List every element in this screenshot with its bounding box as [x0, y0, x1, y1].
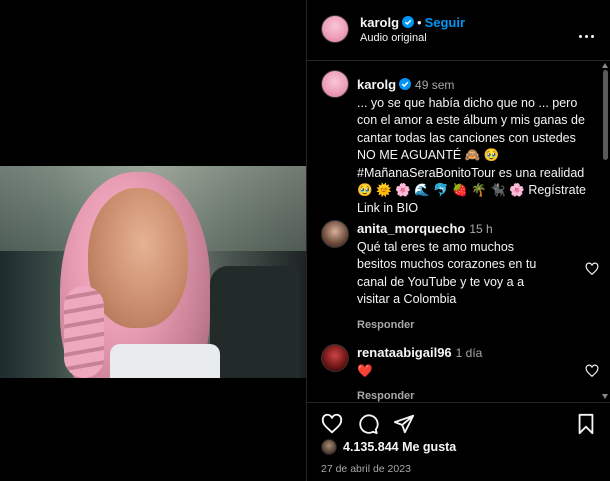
comment-text: Qué tal eres te amo muchos besitos mucho…	[357, 239, 537, 307]
caption-username[interactable]: karolg	[357, 77, 396, 92]
heart-icon[interactable]	[585, 364, 599, 378]
comments-list: karolg 49 sem ... yo se que había dicho q…	[307, 62, 610, 402]
comment-time[interactable]: 15 h	[469, 222, 492, 236]
heart-icon[interactable]	[321, 413, 343, 435]
video-car-seat	[210, 266, 300, 378]
verified-icon	[399, 78, 412, 90]
reply-button[interactable]: Responder	[357, 388, 557, 402]
actions-bar: 4.135.844 Me gusta 27 de abril de 2023	[307, 402, 610, 481]
save-icon[interactable]	[575, 413, 597, 435]
post-panel: karolg • Seguir Audio original karolg 49 se…	[306, 0, 610, 481]
scroll-down-arrow-icon[interactable]	[602, 394, 608, 399]
video-shirt	[110, 344, 220, 378]
video-player[interactable]	[0, 166, 306, 378]
comment-text: ❤️	[357, 363, 373, 378]
video-braid	[64, 286, 104, 378]
share-icon[interactable]	[393, 413, 415, 435]
author-username[interactable]: karolg	[360, 15, 399, 30]
post-date[interactable]: 27 de abril de 2023	[321, 463, 411, 475]
comment-body: anita_morquecho 15 h Qué tal eres te amo …	[357, 220, 557, 334]
comment-time[interactable]: 1 día	[456, 346, 483, 360]
comment-username[interactable]: renataabigail96	[357, 345, 452, 360]
scrollbar-thumb[interactable]	[603, 70, 608, 160]
liker-avatar	[321, 439, 337, 455]
comment-body: renataabigail96 1 día ❤️ Responder	[357, 344, 557, 402]
verified-icon	[402, 16, 415, 28]
likes-text: 4.135.844 Me gusta	[343, 440, 457, 454]
caption-time[interactable]: 49 sem	[415, 78, 454, 92]
likes-count[interactable]: 4.135.844 Me gusta	[321, 439, 456, 459]
caption-text: ... yo se que había dicho que no ... per…	[357, 95, 586, 215]
audio-link[interactable]: Audio original	[360, 32, 427, 44]
media-panel	[0, 0, 306, 481]
header-title: karolg • Seguir	[360, 15, 465, 30]
comment-icon[interactable]	[357, 413, 379, 435]
post-header: karolg • Seguir Audio original	[307, 0, 610, 61]
more-icon[interactable]	[579, 25, 599, 38]
reply-button[interactable]: Responder	[357, 317, 557, 335]
heart-icon[interactable]	[585, 262, 599, 276]
comment-username[interactable]: anita_morquecho	[357, 221, 465, 236]
caption-body: karolg 49 sem ... yo se que había dicho q…	[357, 76, 597, 217]
scroll-up-arrow-icon[interactable]	[602, 63, 608, 68]
follow-button[interactable]: Seguir	[425, 15, 465, 30]
author-avatar[interactable]	[321, 15, 349, 43]
separator-dot: •	[417, 15, 422, 30]
commenter-avatar[interactable]	[321, 344, 349, 372]
commenter-avatar[interactable]	[321, 220, 349, 248]
caption-avatar[interactable]	[321, 70, 349, 98]
